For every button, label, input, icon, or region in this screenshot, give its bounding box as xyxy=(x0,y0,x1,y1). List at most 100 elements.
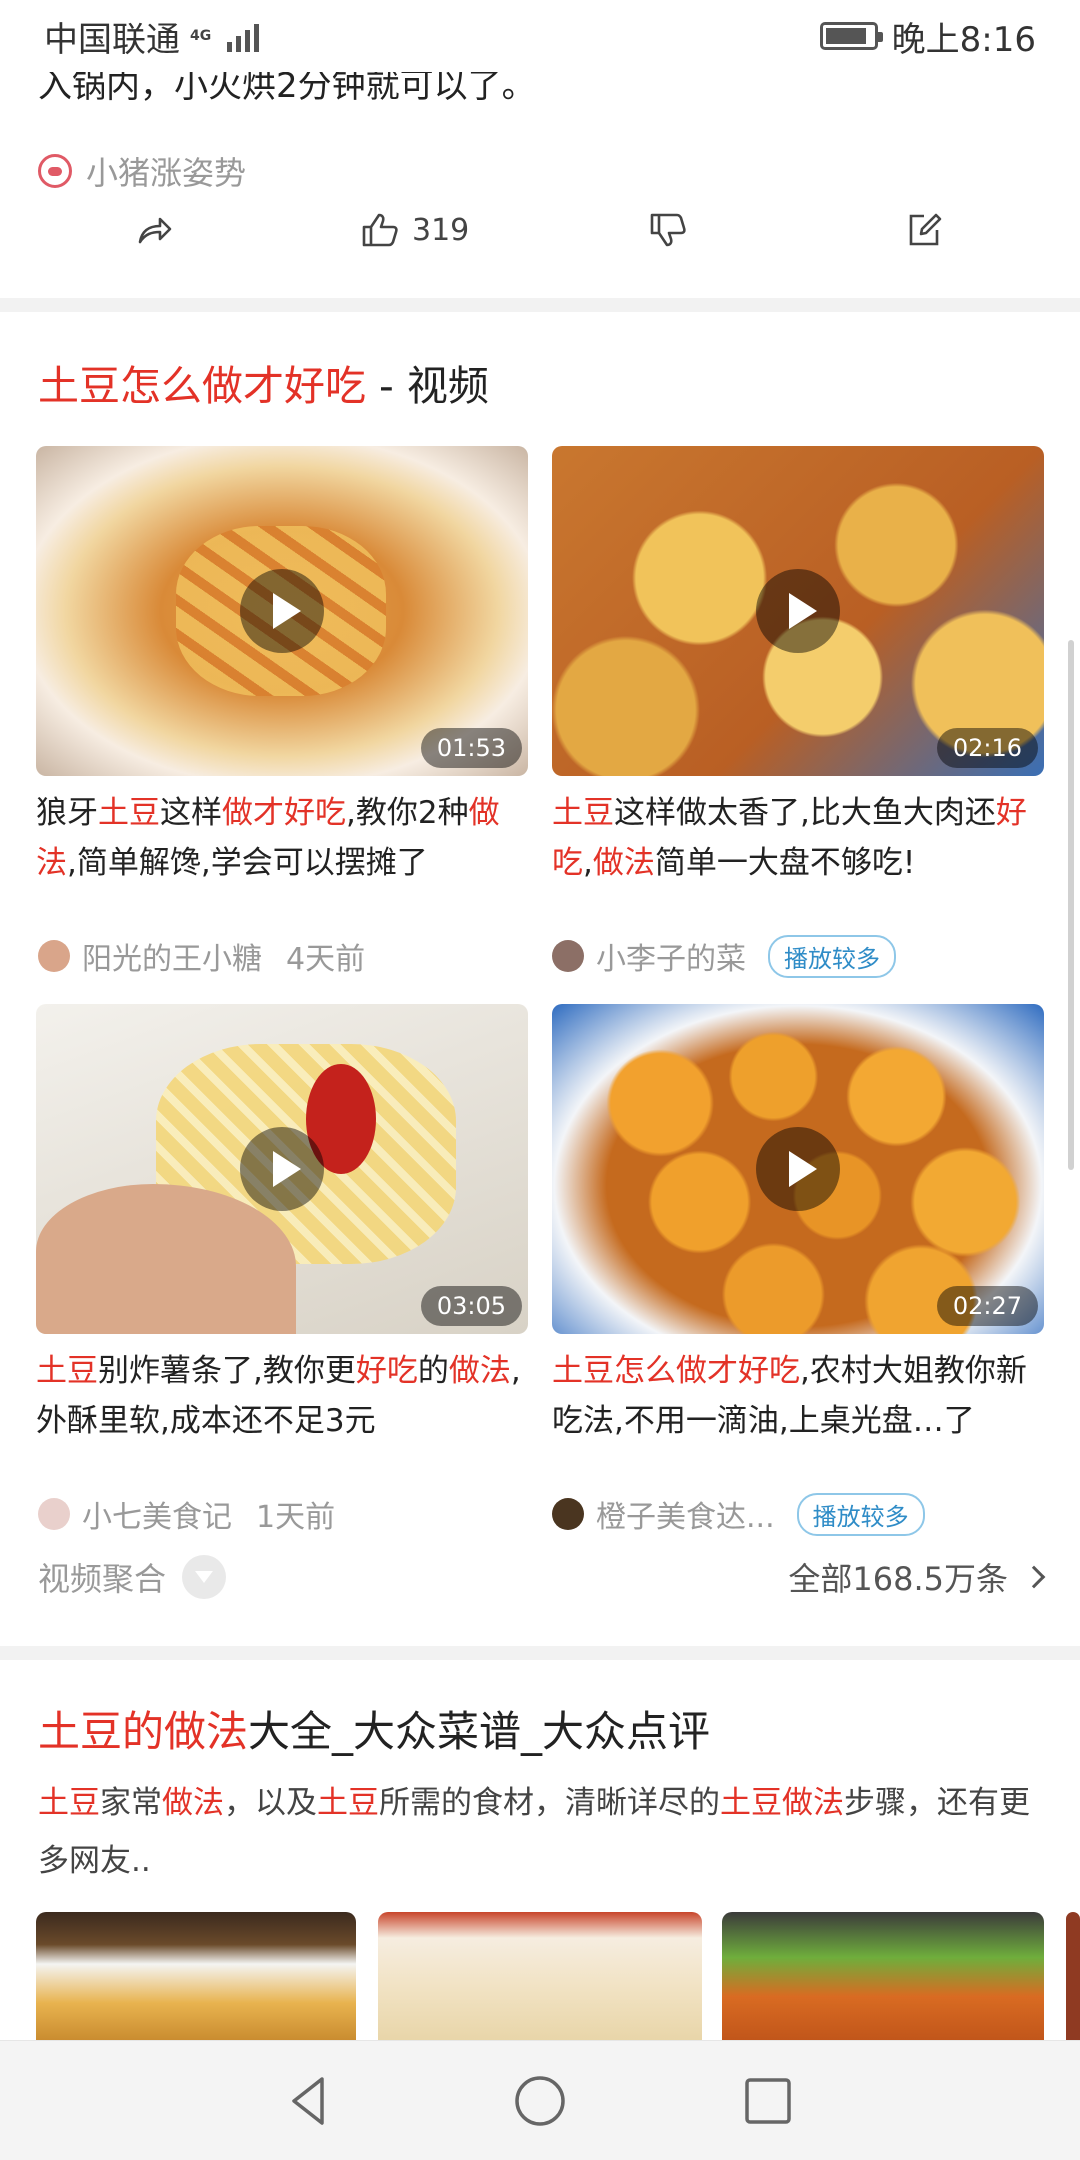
video-aggregate-toggle[interactable]: 视频聚合 xyxy=(38,1554,227,1600)
recipe-result-description[interactable]: 土豆家常做法，以及土豆所需的食材，清晰详尽的土豆做法步骤，还有更多网友.. xyxy=(38,1774,1048,1890)
chevron-right-icon xyxy=(1022,1565,1046,1589)
share-icon xyxy=(138,217,172,244)
text-segment: , xyxy=(583,845,593,881)
video-duration: 02:27 xyxy=(936,1286,1038,1326)
author-name: 小七美食记 xyxy=(82,1500,232,1535)
author-avatar xyxy=(552,940,584,972)
text-segment: ,教你2种 xyxy=(346,795,469,831)
keyword-highlight: 土豆 xyxy=(552,795,614,831)
keyword-highlight: 土豆 xyxy=(317,1785,379,1821)
keyword-highlight: 土豆 xyxy=(38,1785,100,1821)
recipe-image[interactable] xyxy=(722,1912,1044,2042)
keyword-highlight: 做法 xyxy=(592,845,655,881)
post-time: 4天前 xyxy=(286,942,366,977)
text-segment: 简单一大盘不够吃! xyxy=(654,845,916,881)
video-card[interactable]: 02:27 土豆怎么做才好吃,农村大姐教你新吃法,不用一滴油,上桌光盘…了 xyxy=(552,1004,1044,1446)
post-time: 1天前 xyxy=(256,1500,336,1535)
signal-icon xyxy=(227,20,260,52)
author-avatar xyxy=(552,1498,584,1530)
author-name: 小李子的菜 xyxy=(596,942,746,977)
text-segment: 家常 xyxy=(100,1785,162,1821)
recipe-image[interactable] xyxy=(1066,1912,1080,2042)
video-thumbnail[interactable]: 02:27 xyxy=(552,1004,1044,1334)
author-avatar xyxy=(38,1498,70,1530)
like-count: 319 xyxy=(412,212,470,248)
status-bar: 中国联通 4G 晚上8:16 xyxy=(0,0,1080,72)
keyword-highlight: 土豆 xyxy=(98,795,160,831)
text-segment: 所需的食材，清晰详尽的 xyxy=(379,1785,720,1821)
carrier-label: 中国联通 xyxy=(44,19,180,60)
play-icon[interactable] xyxy=(756,569,840,653)
keyword-highlight: 土豆 xyxy=(36,1353,98,1389)
video-meta[interactable]: 阳光的王小糖 4天前 xyxy=(38,934,365,978)
all-count: 全部168.5万条 xyxy=(788,1560,1008,1598)
video-title[interactable]: 土豆别炸薯条了,教你更好吃的做法,外酥里软,成本还不足3元 xyxy=(36,1346,528,1446)
video-meta[interactable]: 小七美食记 1天前 xyxy=(38,1492,335,1536)
video-thumbnail[interactable]: 02:16 xyxy=(552,446,1044,776)
previous-answer-author[interactable]: 小猪涨姿势 xyxy=(38,148,246,194)
battery-icon xyxy=(819,22,883,50)
keyword-highlight: 土豆怎么做才好吃 xyxy=(552,1353,800,1389)
video-card[interactable]: 03:05 土豆别炸薯条了,教你更好吃的做法,外酥里软,成本还不足3元 xyxy=(36,1004,528,1446)
like-button[interactable]: 319 xyxy=(360,210,469,250)
video-thumbnail[interactable]: 03:05 xyxy=(36,1004,528,1334)
recipe-result-title[interactable]: 土豆的做法大全_大众菜谱_大众点评 xyxy=(38,1698,710,1759)
recipe-image[interactable] xyxy=(378,1912,702,2042)
keyword-highlight: 做才好吃 xyxy=(222,795,346,831)
video-meta[interactable]: 橙子美食达... 播放较多 xyxy=(552,1492,925,1536)
text-segment: 别炸薯条了,教你更 xyxy=(98,1353,356,1389)
keyword-highlight: 好吃 xyxy=(355,1353,418,1389)
text-segment: ,简单解馋,学会可以摆摊了 xyxy=(67,845,428,881)
video-card[interactable]: 02:16 土豆这样做太香了,比大鱼大肉还好吃,做法简单一大盘不够吃! xyxy=(552,446,1044,888)
play-icon[interactable] xyxy=(240,569,324,653)
video-title[interactable]: 狼牙土豆这样做才好吃,教你2种做法,简单解馋,学会可以摆摊了 xyxy=(36,788,528,888)
text-segment: ，以及 xyxy=(224,1785,317,1821)
text-segment: 狼牙 xyxy=(36,795,98,831)
section-divider xyxy=(0,1646,1080,1660)
view-all-link[interactable]: 全部168.5万条 xyxy=(788,1554,1046,1600)
status-left: 中国联通 4G xyxy=(44,12,260,61)
share-button[interactable] xyxy=(134,210,174,250)
text-segment: 的 xyxy=(417,1353,449,1389)
dislike-button[interactable] xyxy=(648,210,688,250)
video-title-suffix: - 视频 xyxy=(366,362,489,410)
recipe-image[interactable] xyxy=(36,1912,356,2042)
video-meta[interactable]: 小李子的菜 播放较多 xyxy=(552,934,896,978)
play-icon[interactable] xyxy=(756,1127,840,1211)
scrollbar[interactable] xyxy=(1068,640,1074,1170)
popular-badge: 播放较多 xyxy=(796,1492,925,1536)
author-name: 小猪涨姿势 xyxy=(86,154,247,192)
video-title-highlight: 土豆怎么做才好吃 xyxy=(38,362,366,410)
status-right: 晚上8:16 xyxy=(819,12,1036,61)
video-title[interactable]: 土豆这样做太香了,比大鱼大肉还好吃,做法简单一大盘不够吃! xyxy=(552,788,1044,888)
chevron-down-icon[interactable] xyxy=(182,1555,227,1599)
author-avatar xyxy=(38,940,70,972)
video-duration: 01:53 xyxy=(420,728,522,768)
pig-avatar-icon xyxy=(38,154,72,188)
clock: 晚上8:16 xyxy=(891,19,1036,60)
thumbs-down-icon xyxy=(650,213,686,247)
video-duration: 03:05 xyxy=(420,1286,522,1326)
text-segment: 这样 xyxy=(160,795,222,831)
system-nav-bar xyxy=(0,2040,1080,2160)
video-title[interactable]: 土豆怎么做才好吃,农村大姐教你新吃法,不用一滴油,上桌光盘…了 xyxy=(552,1346,1044,1446)
text-segment: 这样做太香了,比大鱼大肉还 xyxy=(614,795,996,831)
video-aggregate-row: 视频聚合 全部168.5万条 xyxy=(38,1554,1046,1600)
video-section-title[interactable]: 土豆怎么做才好吃 - 视频 xyxy=(38,352,489,412)
back-icon[interactable] xyxy=(280,2071,340,2131)
recents-icon[interactable] xyxy=(738,2071,798,2131)
keyword-highlight: 做法 xyxy=(162,1785,224,1821)
comment-button[interactable] xyxy=(904,210,944,250)
author-name: 阳光的王小糖 xyxy=(82,942,262,977)
video-duration: 02:16 xyxy=(936,728,1038,768)
keyword-highlight: 做法 xyxy=(448,1353,511,1389)
aggregate-label: 视频聚合 xyxy=(38,1560,167,1598)
recipe-title-highlight: 土豆的做法 xyxy=(38,1707,249,1756)
play-icon[interactable] xyxy=(240,1127,324,1211)
recipe-title-suffix: 大全_大众菜谱_大众点评 xyxy=(248,1707,711,1756)
home-icon[interactable] xyxy=(510,2071,570,2131)
video-card[interactable]: 01:53 狼牙土豆这样做才好吃,教你2种做法,简单解馋,学会可以摆摊了 xyxy=(36,446,528,888)
keyword-highlight: 土豆做法 xyxy=(720,1785,844,1821)
video-thumbnail[interactable]: 01:53 xyxy=(36,446,528,776)
network-type: 4G xyxy=(190,28,212,44)
